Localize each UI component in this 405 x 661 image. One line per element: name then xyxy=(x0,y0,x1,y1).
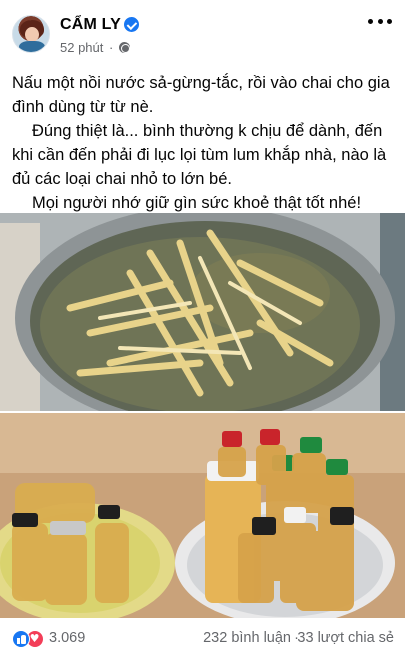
verified-badge-icon xyxy=(124,17,139,32)
post-paragraph: Đúng thiệt là... bình thường k chịu để d… xyxy=(12,122,387,188)
comment-count[interactable]: 232 bình luận xyxy=(203,630,291,646)
reaction-count[interactable]: 3.069 xyxy=(49,630,85,646)
more-dot xyxy=(387,18,392,24)
post-paragraph: Mọi người nhớ giữ gìn sức khoẻ thật tốt … xyxy=(32,194,362,212)
post-header: CẨM LY 52 phút · xyxy=(0,0,405,62)
time-separator: · xyxy=(109,40,114,55)
author-name[interactable]: CẨM LY xyxy=(60,16,121,34)
post-stats-bar: 3.069 232 bình luận · 33 lượt chia sẻ xyxy=(0,622,405,658)
share-count[interactable]: 33 lượt chia sẻ xyxy=(297,630,394,646)
post-photo-cooking-pot[interactable] xyxy=(0,213,405,411)
post-photo-bottles[interactable] xyxy=(0,413,405,618)
post-body-text: Nấu một nồi nước sả-gừng-tắc, rồi vào ch… xyxy=(12,71,398,215)
author-avatar[interactable] xyxy=(12,15,50,53)
more-dot xyxy=(368,18,373,24)
globe-icon xyxy=(119,42,130,53)
post-paragraph: Nấu một nồi nước sả-gừng-tắc, rồi vào ch… xyxy=(12,74,390,116)
more-options-icon[interactable] xyxy=(368,14,392,28)
like-icon[interactable] xyxy=(12,630,30,648)
post-timestamp[interactable]: 52 phút xyxy=(60,40,103,55)
avatar-face xyxy=(25,27,39,42)
more-dot xyxy=(377,18,383,24)
avatar-dress xyxy=(19,41,45,52)
bottles-illustration xyxy=(0,413,405,618)
cooking-pot-illustration xyxy=(0,213,405,411)
